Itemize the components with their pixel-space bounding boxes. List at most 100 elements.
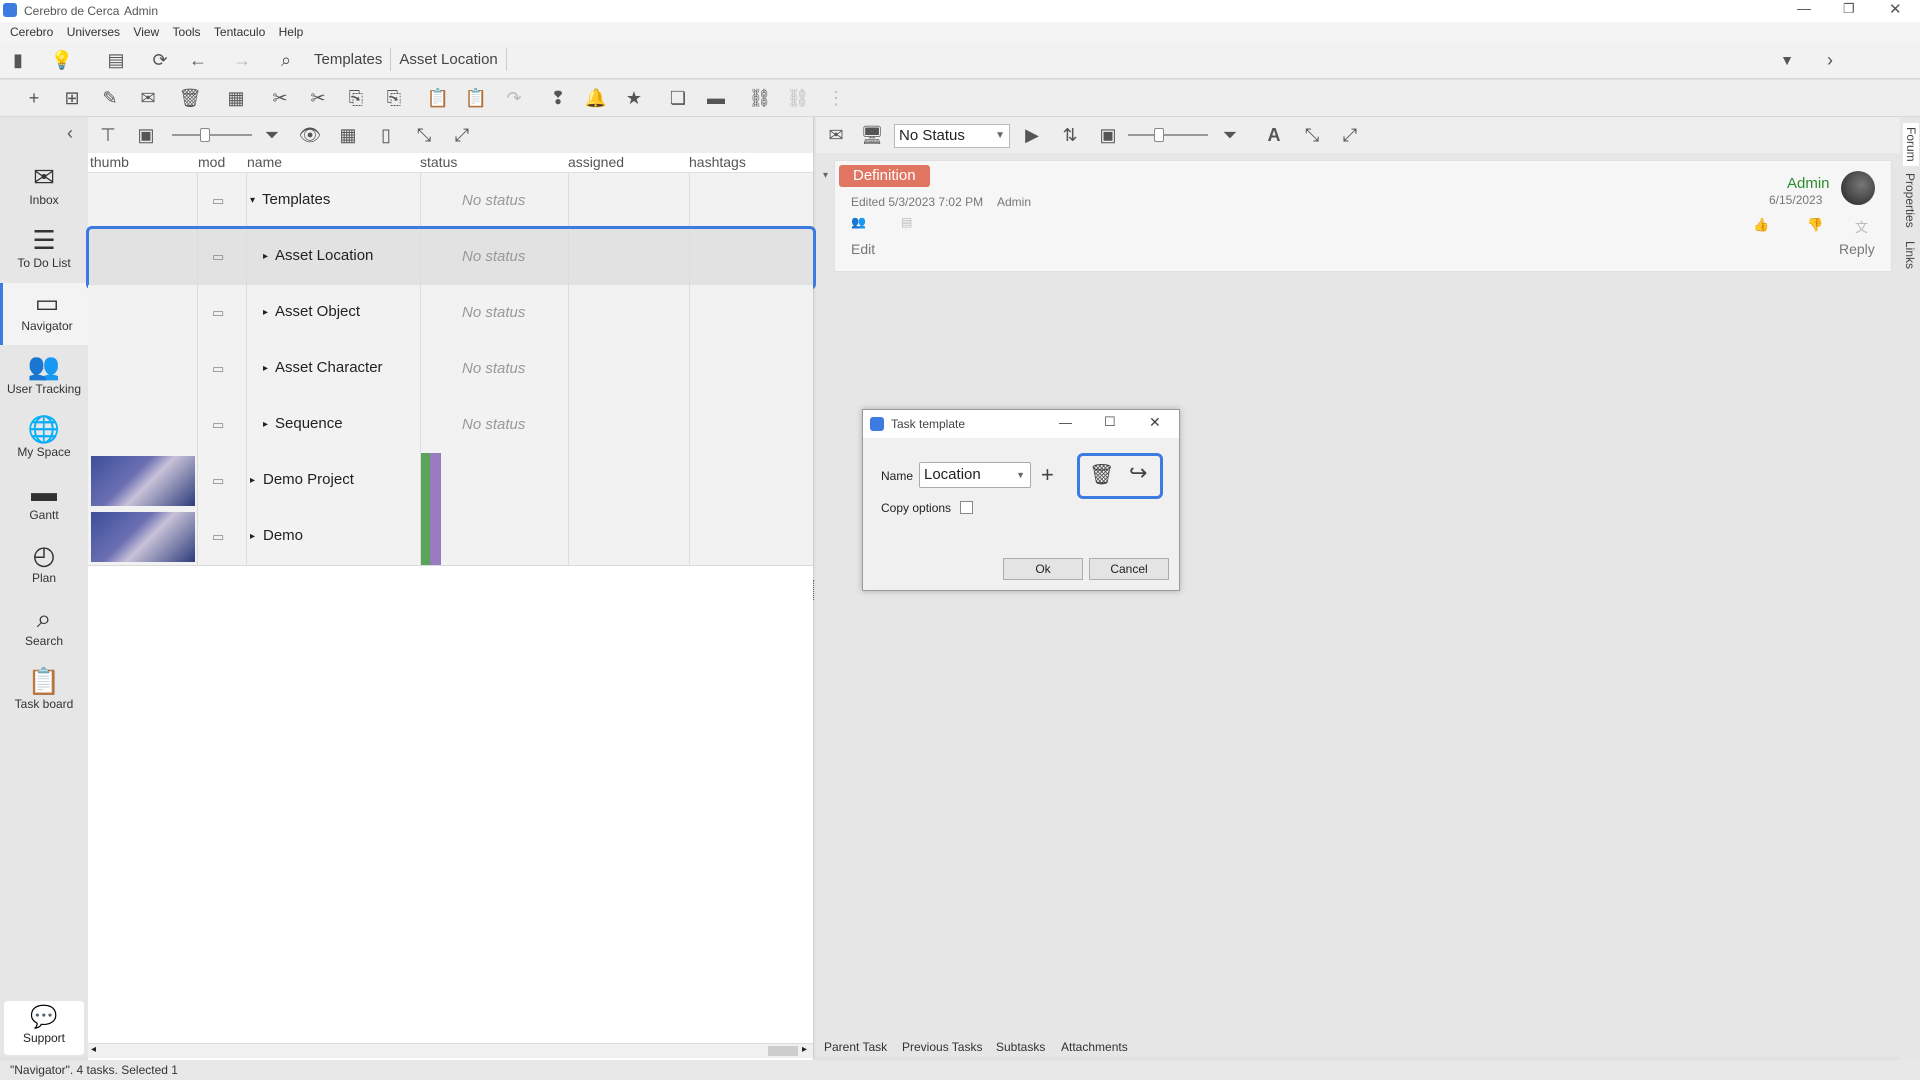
thumbnail-size-slider[interactable] bbox=[172, 134, 252, 136]
status-select[interactable]: No Status ▼ bbox=[894, 124, 1010, 148]
scroll-left-icon[interactable]: ◂ bbox=[91, 1044, 96, 1055]
minimize-icon[interactable]: — bbox=[1797, 0, 1811, 16]
thumbs-down-icon[interactable]: 👎 bbox=[1807, 217, 1823, 233]
add-icon[interactable]: + bbox=[22, 88, 46, 108]
vertical-link-icon[interactable]: ⋮ bbox=[824, 88, 848, 108]
js-file-icon[interactable]: ▯ bbox=[374, 125, 398, 145]
sidebar-item-user-tracking[interactable]: 👥 User Tracking bbox=[0, 346, 88, 408]
maximize-icon[interactable]: ☐ bbox=[1104, 414, 1116, 430]
collapse-sidebar-icon[interactable]: ‹ bbox=[58, 123, 82, 143]
zoom-slider[interactable] bbox=[1128, 134, 1208, 136]
filter-icon[interactable]: ⏷ bbox=[260, 125, 284, 145]
sidebar-item-navigator[interactable]: ▭ Navigator bbox=[0, 283, 91, 345]
column-thumb[interactable]: thumb bbox=[90, 154, 129, 170]
scroll-thumb[interactable] bbox=[768, 1046, 798, 1056]
cancel-button[interactable]: Cancel bbox=[1089, 558, 1169, 580]
bell-icon[interactable]: 🔔 bbox=[584, 88, 608, 108]
translate-icon[interactable]: 文 bbox=[1855, 217, 1868, 236]
panel-icon[interactable]: ▮ bbox=[6, 50, 30, 70]
star-icon[interactable]: ★ bbox=[622, 88, 646, 108]
share-icon[interactable]: ↪ bbox=[1129, 460, 1147, 486]
column-mod[interactable]: mod bbox=[198, 154, 225, 170]
restore-icon[interactable]: ❐ bbox=[1843, 1, 1855, 17]
collapse-card-icon[interactable]: ▾ bbox=[823, 170, 828, 181]
scroll-right-icon[interactable]: ▸ bbox=[802, 1044, 807, 1055]
sidebar-item-gantt[interactable]: ▬ Gantt bbox=[0, 472, 88, 534]
tab-previous-tasks[interactable]: Previous Tasks bbox=[902, 1040, 982, 1054]
add-icon[interactable]: + bbox=[1041, 462, 1054, 488]
name-select[interactable]: Location ▼ bbox=[919, 462, 1031, 488]
monitor-icon[interactable]: 🖥 bbox=[860, 125, 884, 145]
expand-icon[interactable]: ⤢ bbox=[450, 125, 474, 145]
column-assigned[interactable]: assigned bbox=[568, 154, 624, 170]
filmstrip-icon[interactable]: ▣ bbox=[134, 125, 158, 145]
ok-button[interactable]: Ok bbox=[1003, 558, 1083, 580]
slider-handle[interactable] bbox=[200, 128, 210, 142]
unlink-icon[interactable]: ⛓ bbox=[786, 88, 810, 108]
edit-link[interactable]: Edit bbox=[851, 241, 875, 257]
tab-links[interactable]: Links bbox=[1903, 241, 1917, 269]
menu-help[interactable]: Help bbox=[279, 22, 304, 42]
search-icon[interactable]: ⌕ bbox=[274, 50, 298, 70]
table-row[interactable]: ▭ ▾ Templates No status bbox=[88, 173, 813, 230]
slider-handle[interactable] bbox=[1154, 128, 1164, 142]
collapse-icon[interactable]: ⤡ bbox=[412, 125, 436, 145]
refresh-icon[interactable]: ⟳ bbox=[148, 50, 172, 70]
documents-icon[interactable]: ❏ bbox=[666, 88, 690, 108]
sidebar-item-my-space[interactable]: 🌐 My Space bbox=[0, 409, 88, 471]
tab-properties[interactable]: Properties bbox=[1903, 173, 1917, 228]
breadcrumb-item-asset-location[interactable]: Asset Location bbox=[391, 48, 507, 71]
paste-special-icon[interactable]: 📋 bbox=[464, 88, 488, 108]
add-subtask-icon[interactable]: ⊞ bbox=[60, 88, 84, 108]
filter-icon[interactable]: ⏷ bbox=[1218, 125, 1242, 145]
delete-icon[interactable]: 🗑 bbox=[178, 88, 202, 108]
document-icon[interactable]: ▤ bbox=[901, 215, 912, 229]
minimize-icon[interactable]: — bbox=[1059, 415, 1072, 430]
sort-icon[interactable]: ⇅ bbox=[1058, 125, 1082, 145]
horizontal-scrollbar[interactable]: ◂ ▸ bbox=[88, 1043, 813, 1058]
table-row[interactable]: ▭ ▸ Asset Character No status bbox=[88, 341, 813, 398]
table-icon[interactable]: ▦ bbox=[336, 125, 360, 145]
sidebar-item-plan[interactable]: ◴ Plan bbox=[0, 535, 88, 597]
back-arrow-icon[interactable]: ← bbox=[186, 50, 210, 70]
redirect-icon[interactable]: ↷ bbox=[502, 88, 526, 108]
thumbs-up-icon[interactable]: 👍 bbox=[1753, 217, 1769, 233]
tab-attachments[interactable]: Attachments bbox=[1061, 1040, 1128, 1054]
dropdown-arrow-icon[interactable]: ▼ bbox=[1775, 50, 1799, 70]
people-icon[interactable]: 👥 bbox=[851, 215, 866, 229]
column-hashtags[interactable]: hashtags bbox=[689, 154, 746, 170]
close-icon[interactable]: ✕ bbox=[1889, 0, 1902, 18]
copy-icon[interactable]: ⎘ bbox=[344, 88, 368, 108]
sidebar-item-inbox[interactable]: ✉ Inbox bbox=[0, 157, 88, 219]
cut-icon[interactable]: ✂ bbox=[268, 88, 292, 108]
column-status[interactable]: status bbox=[420, 154, 457, 170]
presentation-icon[interactable]: ▬ bbox=[704, 88, 728, 108]
filmstrip-icon[interactable]: ▣ bbox=[1096, 125, 1120, 145]
tab-forum[interactable]: Forum bbox=[1903, 123, 1919, 166]
menu-tools[interactable]: Tools bbox=[173, 22, 201, 42]
breadcrumb-item-templates[interactable]: Templates bbox=[306, 48, 392, 71]
table-row[interactable]: ▭ ▸ Demo bbox=[88, 509, 813, 566]
eye-icon[interactable]: 👁 bbox=[298, 125, 322, 145]
tab-parent-task[interactable]: Parent Task bbox=[824, 1040, 887, 1054]
sidebar-item-task-board[interactable]: 📋 Task board bbox=[0, 661, 88, 723]
delete-icon[interactable]: 🗑 bbox=[1089, 462, 1114, 487]
play-icon[interactable]: ▶ bbox=[1020, 125, 1044, 145]
table-row[interactable]: ▭ ▸ Asset Object No status bbox=[88, 285, 813, 342]
book-icon[interactable]: ▤ bbox=[104, 50, 128, 70]
reply-link[interactable]: Reply bbox=[1839, 241, 1875, 257]
menu-universes[interactable]: Universes bbox=[67, 22, 120, 42]
collapse-icon[interactable]: ⤡ bbox=[1300, 125, 1324, 145]
lightbulb-icon[interactable]: 💡 bbox=[50, 50, 74, 70]
font-icon[interactable]: A bbox=[1262, 125, 1286, 145]
edit-icon[interactable]: ✎ bbox=[98, 88, 122, 108]
tab-subtasks[interactable]: Subtasks bbox=[996, 1040, 1045, 1054]
message-icon[interactable]: ✉ bbox=[136, 88, 160, 108]
menu-tentaculo[interactable]: Tentaculo bbox=[214, 22, 265, 42]
paste-icon[interactable]: 📋 bbox=[426, 88, 450, 108]
sidebar-item-todo[interactable]: ☰ To Do List bbox=[0, 220, 88, 282]
column-name[interactable]: name bbox=[247, 154, 282, 170]
copy-options-checkbox[interactable] bbox=[960, 501, 973, 514]
support-button[interactable]: 💬 Support bbox=[4, 1001, 84, 1055]
cut-link-icon[interactable]: ✂ bbox=[306, 88, 330, 108]
